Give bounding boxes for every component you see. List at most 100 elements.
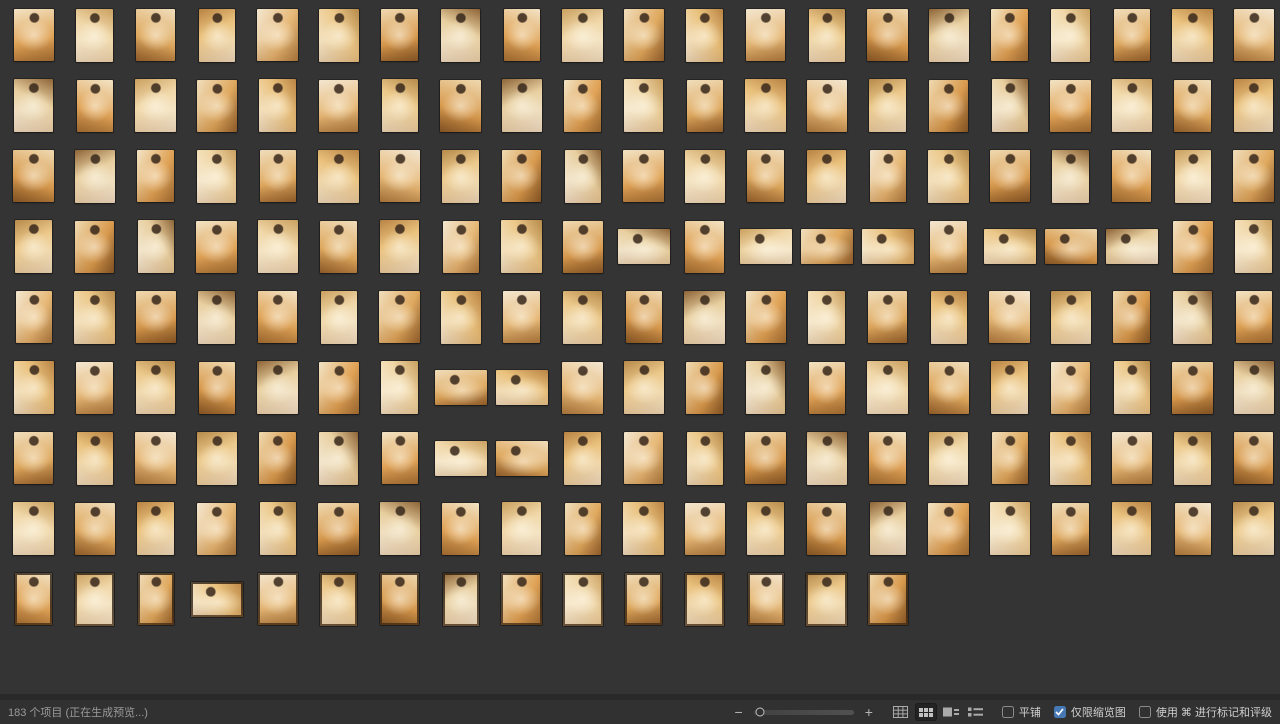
photo-thumbnail[interactable] [13, 502, 54, 555]
photo-thumbnail[interactable] [626, 291, 662, 343]
photo-thumbnail[interactable] [380, 502, 420, 555]
photo-thumbnail[interactable] [618, 229, 670, 264]
photo-thumbnail[interactable] [318, 503, 359, 555]
photo-thumbnail[interactable] [135, 79, 176, 132]
photo-thumbnail[interactable] [381, 9, 418, 61]
photo-thumbnail[interactable] [625, 573, 662, 625]
photo-thumbnail[interactable] [196, 221, 237, 273]
photo-thumbnail[interactable] [870, 502, 906, 555]
photo-thumbnail[interactable] [869, 432, 906, 484]
photo-thumbnail[interactable] [869, 79, 906, 132]
photo-thumbnail[interactable] [990, 150, 1030, 202]
thumbnail-view-button[interactable] [915, 703, 937, 721]
photo-thumbnail[interactable] [75, 150, 115, 203]
photo-thumbnail[interactable] [441, 9, 480, 62]
photo-thumbnail[interactable] [1172, 9, 1213, 62]
grid-view-button[interactable] [890, 703, 912, 721]
zoom-in-button[interactable]: + [863, 705, 875, 719]
photo-thumbnail[interactable] [563, 573, 603, 626]
photo-thumbnail[interactable] [1112, 432, 1152, 484]
photo-thumbnail[interactable] [1045, 229, 1097, 264]
photo-thumbnail[interactable] [1174, 80, 1211, 132]
photo-thumbnail[interactable] [443, 573, 479, 626]
photo-thumbnail[interactable] [686, 9, 723, 62]
photo-thumbnail[interactable] [1235, 220, 1272, 273]
photo-thumbnail[interactable] [745, 432, 786, 484]
photo-thumbnail[interactable] [441, 291, 481, 344]
photo-thumbnail[interactable] [76, 9, 113, 62]
photo-thumbnail[interactable] [562, 362, 603, 414]
photo-thumbnail[interactable] [319, 80, 358, 132]
photo-thumbnail[interactable] [380, 150, 420, 202]
photo-thumbnail[interactable] [984, 229, 1036, 264]
photo-thumbnail[interactable] [16, 291, 52, 343]
photo-thumbnail[interactable] [687, 432, 723, 485]
photo-thumbnail[interactable] [686, 362, 723, 414]
photo-thumbnail[interactable] [992, 432, 1028, 484]
photo-thumbnail[interactable] [992, 79, 1028, 132]
photo-thumbnail[interactable] [809, 362, 845, 414]
photo-thumbnail[interactable] [198, 291, 235, 344]
photo-thumbnail[interactable] [1051, 291, 1091, 344]
photo-thumbnail[interactable] [135, 432, 176, 484]
photo-thumbnail[interactable] [76, 362, 113, 414]
photo-thumbnail[interactable] [562, 9, 603, 62]
photo-thumbnail[interactable] [1106, 229, 1158, 264]
photo-thumbnail[interactable] [1114, 9, 1150, 61]
photo-thumbnail[interactable] [564, 432, 601, 485]
photo-thumbnail[interactable] [136, 361, 175, 414]
photo-thumbnail[interactable] [137, 150, 174, 202]
photo-thumbnail[interactable] [1236, 291, 1272, 343]
photo-thumbnail[interactable] [258, 291, 297, 343]
photo-thumbnail[interactable] [740, 229, 792, 264]
photo-thumbnail[interactable] [435, 441, 487, 476]
photo-thumbnail[interactable] [564, 80, 601, 132]
photo-thumbnail[interactable] [137, 502, 174, 555]
photo-thumbnail[interactable] [868, 291, 907, 343]
photo-thumbnail[interactable] [624, 361, 664, 414]
photo-thumbnail[interactable] [1173, 221, 1213, 273]
photo-thumbnail[interactable] [504, 9, 540, 61]
photo-thumbnail[interactable] [745, 79, 786, 132]
photo-thumbnail[interactable] [1051, 9, 1090, 62]
photo-thumbnail[interactable] [623, 150, 664, 202]
photo-thumbnail[interactable] [687, 80, 723, 132]
photo-thumbnail[interactable] [867, 361, 908, 414]
photo-thumbnail[interactable] [806, 573, 847, 626]
photo-thumbnail[interactable] [319, 9, 359, 62]
photo-thumbnail[interactable] [928, 503, 969, 555]
photo-thumbnail[interactable] [989, 291, 1030, 343]
photo-thumbnail[interactable] [1050, 80, 1091, 132]
photo-thumbnail[interactable] [1172, 362, 1213, 414]
photo-thumbnail[interactable] [1114, 361, 1150, 414]
photo-thumbnail[interactable] [496, 441, 548, 476]
photo-thumbnail[interactable] [199, 9, 235, 62]
photo-thumbnail[interactable] [1234, 432, 1273, 484]
photo-thumbnail[interactable] [138, 573, 174, 625]
photo-thumbnail[interactable] [685, 503, 725, 555]
checkbox[interactable] [1139, 706, 1151, 718]
photo-thumbnail[interactable] [929, 80, 968, 132]
photo-thumbnail[interactable] [75, 221, 114, 273]
photo-thumbnail[interactable] [138, 220, 174, 273]
photo-thumbnail[interactable] [74, 291, 115, 344]
photo-thumbnail[interactable] [75, 573, 114, 626]
photo-thumbnail[interactable] [624, 9, 664, 61]
photo-thumbnail[interactable] [1175, 503, 1211, 555]
photo-thumbnail[interactable] [563, 291, 602, 344]
photo-thumbnail[interactable] [870, 150, 906, 202]
photo-thumbnail[interactable] [991, 9, 1028, 61]
photo-thumbnail[interactable] [15, 573, 52, 625]
photo-thumbnail[interactable] [258, 220, 298, 273]
photo-thumbnail[interactable] [197, 150, 236, 203]
photo-thumbnail[interactable] [1175, 150, 1211, 203]
photo-thumbnail[interactable] [1174, 432, 1211, 485]
photo-thumbnail[interactable] [14, 361, 54, 414]
photo-thumbnail[interactable] [501, 220, 542, 273]
photo-thumbnail[interactable] [14, 432, 53, 484]
photo-thumbnail[interactable] [442, 150, 479, 203]
photo-thumbnail[interactable] [13, 150, 54, 202]
list-view-button[interactable] [965, 703, 987, 721]
details-view-button[interactable] [940, 703, 962, 721]
photo-thumbnail[interactable] [136, 9, 175, 61]
